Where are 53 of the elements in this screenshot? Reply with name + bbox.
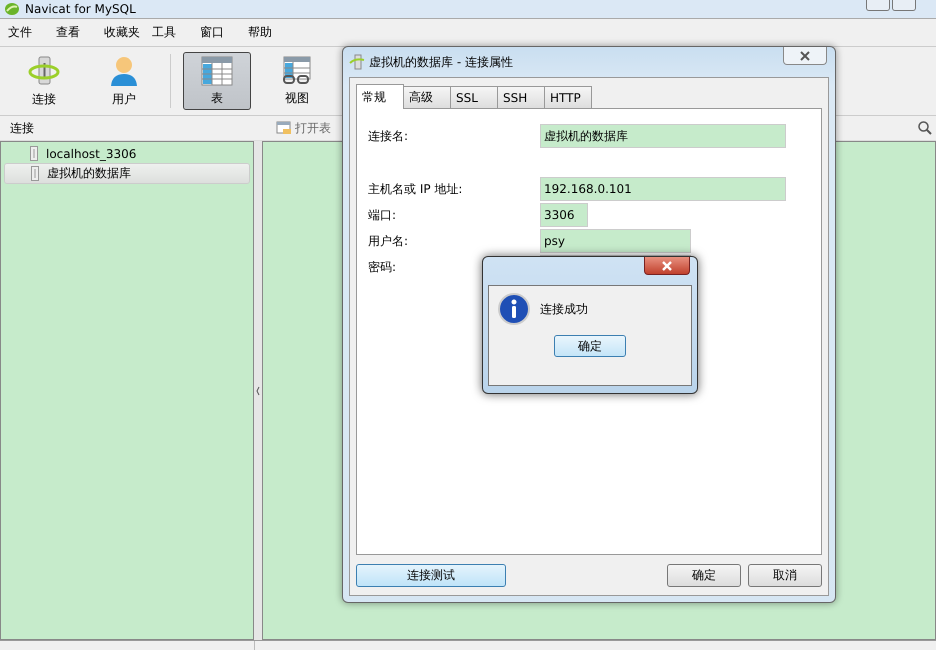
table-icon: [201, 56, 233, 86]
input-field[interactable]: 3306: [540, 203, 588, 227]
search-icon[interactable]: [918, 121, 932, 135]
input-field[interactable]: psy: [540, 229, 691, 253]
menu-item[interactable]: 工具: [152, 24, 200, 41]
user-icon: [108, 54, 140, 86]
ok-button[interactable]: 确定: [667, 564, 741, 586]
menu-item[interactable]: 帮助: [248, 24, 296, 41]
tab[interactable]: HTTP: [544, 86, 592, 108]
toolbar-button[interactable]: 视图: [263, 52, 331, 110]
app-logo-icon: [4, 2, 20, 16]
toolbar-button[interactable]: 表: [183, 52, 251, 110]
table-icon: [276, 121, 292, 135]
tree-item[interactable]: localhost_3306: [4, 144, 250, 163]
toolbar-button[interactable]: 用户: [90, 52, 158, 110]
panel-title: 连接: [9, 120, 35, 136]
cancel-button[interactable]: 取消: [748, 564, 822, 586]
splitter-handle-icon[interactable]: [256, 386, 260, 396]
minimize-button[interactable]: [866, 0, 890, 11]
maximize-button[interactable]: [892, 0, 916, 11]
tab[interactable]: SSL: [450, 86, 498, 108]
close-button[interactable]: [783, 47, 827, 65]
tab[interactable]: SSH: [497, 86, 545, 108]
dialog-title: 虚拟机的数据库 - 连接属性: [369, 54, 513, 70]
window-title: Navicat for MySQL: [25, 2, 136, 16]
field-label: 连接名:: [368, 128, 410, 144]
input-field[interactable]: 虚拟机的数据库: [540, 124, 786, 148]
tab[interactable]: 高级: [403, 86, 451, 108]
server-plug-icon: [349, 54, 365, 70]
tree-item[interactable]: 虚拟机的数据库: [4, 163, 250, 184]
close-icon: [799, 50, 811, 60]
menu-item[interactable]: 查看: [56, 24, 104, 41]
menu-item[interactable]: 收藏夹: [104, 24, 152, 41]
server-icon: [31, 166, 39, 181]
info-icon: [498, 293, 530, 325]
message-text: 连接成功: [540, 300, 588, 318]
close-icon: [661, 260, 673, 270]
server-plug-icon: [28, 54, 60, 86]
menu-item[interactable]: 窗口: [200, 24, 248, 41]
ok-button[interactable]: 确定: [554, 335, 626, 357]
server-icon: [30, 146, 38, 161]
input-field[interactable]: 192.168.0.101: [540, 177, 786, 201]
field-label: 用户名:: [368, 232, 410, 250]
tab[interactable]: 常规: [356, 84, 404, 109]
table-glasses-icon: [281, 56, 313, 86]
toolbar-button[interactable]: 连接: [10, 52, 78, 110]
close-button[interactable]: [644, 257, 690, 275]
field-label: 主机名或 IP 地址:: [368, 180, 464, 198]
field-label: 密码:: [368, 258, 398, 276]
test-connection-button[interactable]: 连接测试: [356, 564, 506, 586]
menu-item[interactable]: 文件: [8, 24, 56, 41]
field-label: 端口:: [368, 206, 398, 224]
open-table-button[interactable]: 打开表: [256, 120, 331, 136]
